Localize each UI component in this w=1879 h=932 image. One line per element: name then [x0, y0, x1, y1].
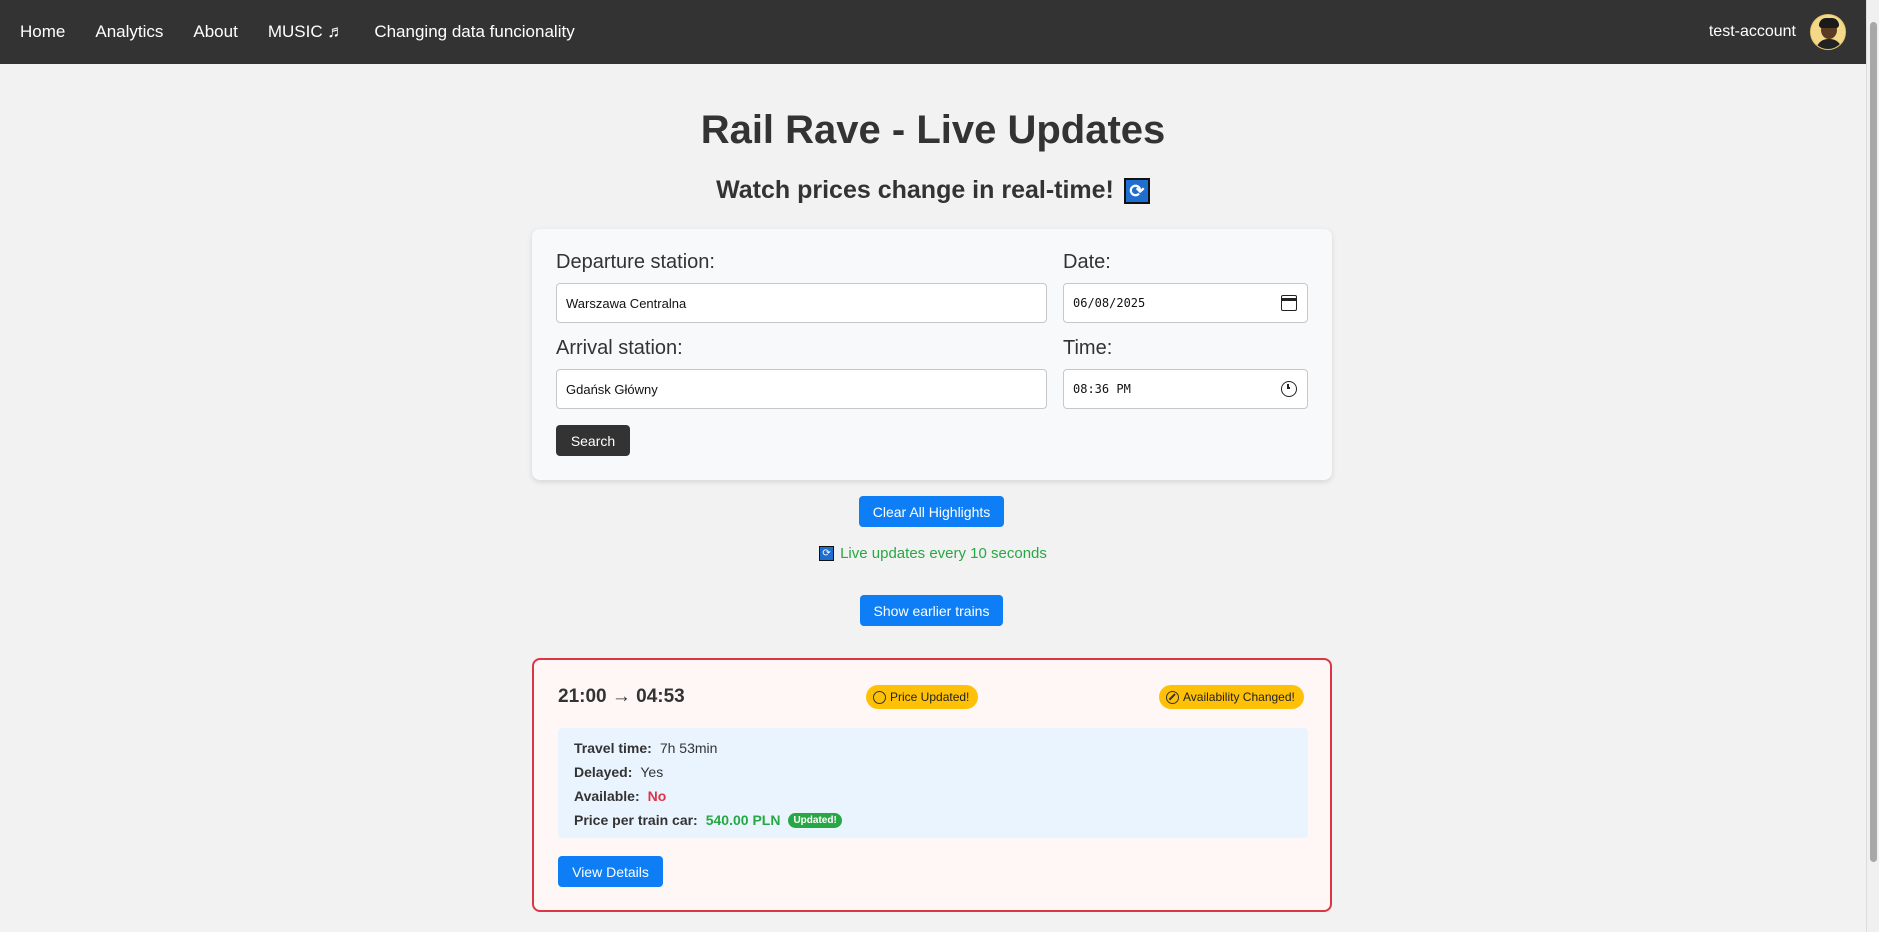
nav-about-link[interactable]: About — [193, 22, 237, 42]
date-input[interactable]: 06/08/2025 — [1063, 283, 1308, 323]
price-updated-badge: Price Updated! — [866, 685, 979, 709]
user-area: test-account — [1709, 14, 1846, 50]
delayed-value: Yes — [640, 764, 664, 780]
username-label[interactable]: test-account — [1709, 23, 1796, 41]
price-updated-pill: Updated! — [788, 812, 842, 828]
delayed-label: Delayed: — [574, 764, 633, 780]
page-title: Rail Rave - Live Updates — [700, 108, 1166, 152]
date-value: 06/08/2025 — [1073, 296, 1146, 310]
departure-station-input[interactable]: Warszawa Centralna — [556, 283, 1047, 323]
train-route-times: 21:00 → 04:53 — [558, 686, 685, 707]
price-updated-text: Price Updated! — [890, 690, 970, 704]
clear-highlights-button[interactable]: Clear All Highlights — [859, 496, 1004, 527]
nav-home-link[interactable]: Home — [20, 22, 65, 42]
travel-time-row: Travel time: 7h 53min — [574, 740, 717, 756]
clock-icon[interactable] — [1281, 381, 1297, 397]
availability-changed-badge: Availability Changed! — [1159, 685, 1304, 709]
page-scrollbar[interactable] — [1866, 0, 1879, 932]
live-updates-text: Live updates every 10 seconds — [840, 545, 1047, 562]
top-navbar: Home Analytics About MUSIC ♬ Changing da… — [0, 0, 1866, 64]
time-value: 08:36 PM — [1073, 382, 1131, 396]
moneybag-icon — [873, 690, 886, 704]
page-subtitle: Watch prices change in real-time! ⟳ — [0, 176, 1866, 205]
price-value: 540.00 PLN — [705, 812, 781, 828]
travel-time-value: 7h 53min — [659, 740, 718, 756]
price-row: Price per train car: 540.00 PLN Updated! — [574, 812, 842, 828]
calendar-icon[interactable] — [1281, 295, 1297, 311]
train-details-panel: Travel time: 7h 53min Delayed: Yes Avail… — [558, 728, 1308, 838]
refresh-icon: ⟳ — [819, 546, 835, 561]
nav-analytics-link[interactable]: Analytics — [95, 22, 163, 42]
avatar-hair — [1819, 18, 1839, 28]
search-form-card: Departure station: Warszawa Centralna Da… — [532, 229, 1332, 480]
refresh-icon: ⟳ — [1123, 177, 1150, 204]
search-button[interactable]: Search — [556, 425, 630, 456]
available-label: Available: — [574, 788, 640, 804]
arrival-station-input[interactable]: Gdańsk Główny — [556, 369, 1047, 409]
no-entry-icon — [1166, 690, 1179, 704]
subtitle-text: Watch prices change in real-time! — [716, 176, 1114, 204]
arrival-station-value: Gdańsk Główny — [566, 381, 658, 397]
show-earlier-trains-button[interactable]: Show earlier trains — [860, 595, 1003, 626]
departure-station-value: Warszawa Centralna — [566, 295, 687, 311]
available-row: Available: No — [574, 788, 666, 804]
nav-changing-data-link[interactable]: Changing data funcionality — [374, 22, 574, 42]
live-updates-status: ⟳ Live updates every 10 seconds — [0, 545, 1866, 562]
date-label: Date: — [1063, 251, 1111, 273]
scrollbar-thumb[interactable] — [1870, 22, 1877, 862]
availability-changed-text: Availability Changed! — [1183, 690, 1295, 704]
avatar-body — [1816, 39, 1842, 49]
train-result-card: 21:00 → 04:53 Price Updated! Availabilit… — [532, 658, 1332, 912]
time-input[interactable]: 08:36 PM — [1063, 369, 1308, 409]
arrival-label: Arrival station: — [556, 337, 683, 359]
time-label: Time: — [1063, 337, 1113, 359]
departure-label: Departure station: — [556, 251, 715, 273]
nav-music-link[interactable]: MUSIC ♬ — [268, 22, 345, 42]
avatar[interactable] — [1810, 14, 1846, 50]
price-label: Price per train car: — [574, 812, 698, 828]
delayed-row: Delayed: Yes — [574, 764, 663, 780]
view-details-button[interactable]: View Details — [558, 856, 663, 887]
available-value: No — [647, 788, 667, 804]
travel-time-label: Travel time: — [574, 740, 652, 756]
